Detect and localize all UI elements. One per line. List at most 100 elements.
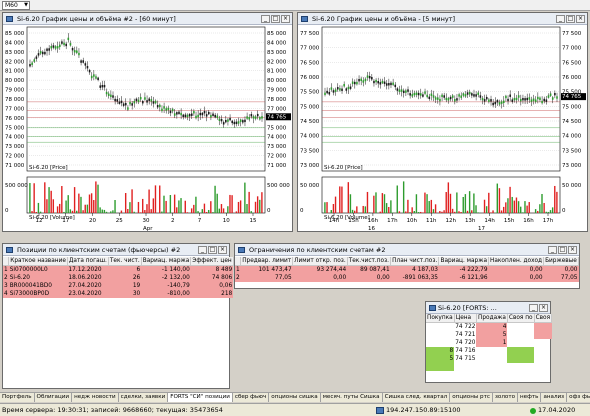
candle-body [415, 92, 418, 95]
chart2-titlebar[interactable]: Si-6.20 График цены и объёма - [5 минут]… [298, 13, 587, 25]
y-tick-label-right: 76 000 [562, 75, 582, 81]
table-row[interactable]: 4 Si73000BP0D 23.04.2020 30 -810,00 218 [3, 290, 234, 298]
close-button[interactable]: × [568, 246, 577, 254]
table-row[interactable]: 3 BR000041BD0 27.04.2020 19 -140,79 0,06 [3, 282, 234, 290]
tab-10[interactable]: золото [493, 393, 519, 402]
candle-body [256, 113, 259, 117]
volume-bar [430, 199, 433, 213]
col-header[interactable]: Покупка [426, 314, 455, 323]
col-header[interactable]: План чист.поз. [390, 257, 440, 266]
bid-row[interactable] [426, 363, 552, 371]
tab-3[interactable]: сделки, заявки [119, 393, 169, 402]
candle-body [377, 81, 380, 84]
minimize-button[interactable]: _ [198, 246, 207, 254]
orderbook-titlebar[interactable]: Si-6.20 [FORTS: ... _ × [426, 302, 550, 314]
y-tick-label-right: 74 500 [562, 119, 582, 125]
candle-body [345, 88, 348, 91]
col-header[interactable]: Биржевые [543, 257, 579, 266]
chart1-titlebar[interactable]: Si-6.20 График цены и объёма #2 - [60 ми… [3, 13, 292, 25]
minimize-button[interactable]: _ [548, 246, 557, 254]
x-tick-label: 17h [387, 218, 398, 224]
tab-0[interactable]: Портфель [0, 393, 35, 402]
bid-row[interactable]: 5 74 715 [426, 355, 552, 363]
minimize-button[interactable]: _ [529, 304, 538, 312]
tab-5[interactable]: сбер фьюч [233, 393, 270, 402]
limits-table[interactable]: Предвар. лимит Лимит откр. поз. Тек.чист… [235, 257, 579, 282]
positions-titlebar[interactable]: Позиции по клиентским счетам (фьючерсы) … [3, 244, 229, 256]
candle-body [29, 64, 31, 67]
volume-bar [169, 195, 172, 213]
candle-body [48, 48, 50, 51]
volume-bar [212, 212, 214, 213]
tab-6[interactable]: опционы сишка [269, 393, 321, 402]
tab-13[interactable]: офз фьючи [567, 393, 590, 402]
volume-bar [67, 195, 69, 213]
tab-4[interactable]: FORTS "СИ" позиции [168, 393, 233, 402]
volume-bar [231, 195, 233, 213]
table-row[interactable]: 1 Si0700000L0 17.12.2020 6 -1 140,00 8 489 [3, 265, 234, 274]
volume-bar [71, 210, 74, 213]
candle-body [218, 118, 221, 121]
ask-row[interactable]: 74 721 5 [426, 331, 552, 339]
col-header[interactable]: Предвар. лимит [240, 257, 294, 266]
maximize-button[interactable]: □ [566, 15, 575, 23]
col-header[interactable]: Тек. чист. [108, 257, 142, 266]
orderbook-table[interactable]: Покупка Цена Продажа Своя по Своя 74 722… [426, 314, 553, 371]
col-header[interactable]: Цена [454, 314, 477, 323]
close-button[interactable]: × [281, 15, 290, 23]
x-tick-label: 17h [543, 218, 554, 224]
col-header[interactable]: Краткое название [8, 257, 68, 266]
col-header[interactable]: Дата погаш. [67, 257, 109, 266]
tab-9[interactable]: опционы ртс [450, 393, 493, 402]
top-toolbar: M60 ▼ [0, 0, 590, 11]
col-header[interactable]: Своя по [507, 314, 535, 323]
candle-body [110, 94, 112, 98]
positions-table[interactable]: Краткое название Дата погаш. Тек. чист. … [3, 257, 234, 298]
col-header[interactable]: Вариац. маржа [438, 257, 490, 266]
chart2-canvas[interactable]: 77 500 77 500 77 000 77 000 76 500 76 500 76 0… [298, 25, 587, 231]
close-button[interactable]: × [218, 246, 227, 254]
volume-bar [424, 192, 426, 213]
volume-bar [90, 193, 93, 213]
chart1-canvas[interactable]: 85 000 85 000 84 000 84 000 83 000 83 000 82 0… [3, 25, 292, 231]
maximize-button[interactable]: □ [558, 246, 567, 254]
candle-body [392, 82, 394, 85]
candle-body [261, 116, 263, 119]
volume-bar [76, 210, 78, 213]
col-header[interactable]: Накоплен. доход [488, 257, 545, 266]
col-header[interactable]: Вариац. маржа [141, 257, 192, 266]
maximize-button[interactable]: □ [271, 15, 280, 23]
candle-body [105, 91, 108, 95]
candle-body [539, 97, 541, 100]
maximize-button[interactable]: □ [208, 246, 217, 254]
table-row[interactable]: 1 101 473,47 93 274,44 89 087,41 4 187,03 -4 … [235, 265, 579, 274]
col-header[interactable]: Продажа [476, 314, 508, 323]
ask-row[interactable]: 74 722 4 [426, 322, 552, 331]
interval-select[interactable]: M60 ▼ [2, 1, 30, 10]
table-row[interactable]: 2 77,05 0,00 0,00 -891 063,35 -6 121,96 0,00 77… [235, 274, 579, 282]
tab-1[interactable]: Облигации [35, 393, 73, 402]
col-header[interactable]: Своя [534, 314, 553, 323]
col-header[interactable]: Тек.чист.поз. [347, 257, 392, 266]
volume-bar [99, 207, 101, 213]
volume-bar [44, 182, 46, 213]
tab-8[interactable]: Сишка след. квартал [383, 393, 451, 402]
bid-row[interactable]: 8 74 716 [426, 347, 552, 355]
day-label: 17 [478, 226, 485, 231]
volume-bar [73, 187, 76, 213]
volume-bar [496, 183, 499, 213]
minimize-button[interactable]: _ [556, 15, 565, 23]
tab-11[interactable]: нефть [518, 393, 542, 402]
ask-row[interactable]: 74 720 1 [426, 339, 552, 347]
table-row[interactable]: 2 Si-6.20 18.06.2020 26 -2 132,00 74 806 [3, 274, 234, 282]
tab-2[interactable]: недж новости [72, 393, 119, 402]
tab-7[interactable]: месяч. путы Сишка [321, 393, 383, 402]
col-header[interactable]: Лимит откр. поз. [292, 257, 348, 266]
close-button[interactable]: × [576, 15, 585, 23]
minimize-button[interactable]: _ [261, 15, 270, 23]
tab-12[interactable]: анализ [541, 393, 568, 402]
col-header[interactable]: Эффект. цен [190, 257, 234, 266]
candle-body [364, 78, 367, 82]
close-button[interactable]: × [539, 304, 548, 312]
limits-titlebar[interactable]: Ограничения по клиентским счетам #2 _ □ × [235, 244, 579, 256]
